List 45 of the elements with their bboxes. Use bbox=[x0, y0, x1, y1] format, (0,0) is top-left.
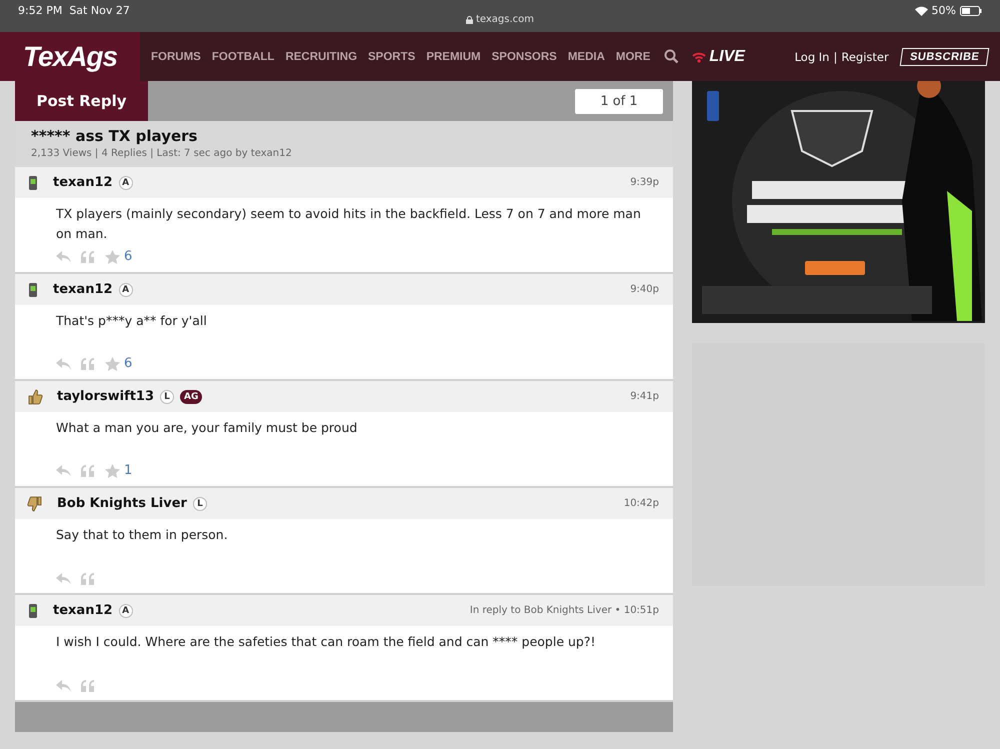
nav-link[interactable]: PREMIUM bbox=[426, 50, 481, 62]
author-name[interactable]: Bob Knights Liver bbox=[57, 496, 187, 511]
post-text: Say that to them in person. bbox=[56, 526, 229, 544]
user-badge: A bbox=[118, 176, 133, 190]
user-badge: L bbox=[160, 390, 174, 404]
nav-link[interactable]: SPONSORS bbox=[492, 50, 557, 62]
battery-percent: 50% bbox=[932, 4, 956, 17]
user-badge: AG bbox=[180, 390, 202, 404]
post-text: What a man you are, your family must be proud bbox=[56, 419, 358, 437]
nav-link[interactable]: SPORTS bbox=[368, 50, 416, 62]
user-badge: A bbox=[118, 604, 133, 618]
subscribe-button[interactable]: SUBSCRIBE bbox=[899, 48, 990, 66]
post-time: 9:39p bbox=[630, 177, 659, 188]
status-time: 9:52 PM Sat Nov 27 bbox=[18, 4, 130, 17]
author-name[interactable]: taylorswift13 bbox=[57, 389, 154, 404]
nav-link[interactable]: RECRUITING bbox=[285, 50, 358, 62]
nav-link[interactable]: FOOTBALL bbox=[212, 50, 274, 62]
post-time: 10:42p bbox=[624, 498, 659, 509]
nav-link[interactable]: FORUMS bbox=[151, 50, 201, 62]
post-text: That's p***y a** for y'all bbox=[56, 312, 208, 330]
live-link[interactable]: LIVE bbox=[709, 48, 745, 66]
post-text: TX players (mainly secondary) seem to avoid hits in the backfield. Less 7 on 7 and more man on man. bbox=[56, 205, 642, 243]
url-text: texags.com bbox=[476, 14, 534, 25]
author-name[interactable]: texan12 bbox=[53, 282, 113, 297]
post-text: I wish I could. Where are the safeties that can roam the field and can **** people up?! bbox=[56, 633, 596, 651]
star-count: 6 bbox=[124, 249, 132, 264]
post-reply-button[interactable]: Post Reply bbox=[15, 81, 148, 121]
thread-meta: 2,133 Views | 4 Replies | Last: 7 sec ago by texan12 bbox=[31, 148, 293, 159]
post-time: 9:41p bbox=[630, 391, 659, 402]
register-link[interactable]: Register bbox=[841, 50, 889, 64]
user-badge: L bbox=[192, 496, 207, 510]
user-badge: A bbox=[118, 282, 133, 296]
separator-text: | bbox=[833, 50, 838, 64]
author-name[interactable]: texan12 bbox=[53, 603, 113, 618]
star-count: 6 bbox=[124, 356, 132, 371]
post-time: In reply to Bob Knights Liver • 10:51p bbox=[470, 605, 659, 616]
nav-link[interactable]: MEDIA bbox=[568, 50, 605, 62]
nav-link[interactable]: MORE bbox=[616, 50, 650, 62]
login-link[interactable]: Log In bbox=[794, 50, 830, 64]
post-time: 9:40p bbox=[630, 284, 659, 295]
star-count: 1 bbox=[124, 463, 132, 478]
author-name[interactable]: texan12 bbox=[53, 175, 113, 190]
site-logo[interactable]: TexAgs bbox=[0, 32, 140, 81]
page-indicator[interactable]: 1 of 1 bbox=[575, 88, 663, 114]
thread-title: ***** ass TX players bbox=[31, 127, 198, 145]
